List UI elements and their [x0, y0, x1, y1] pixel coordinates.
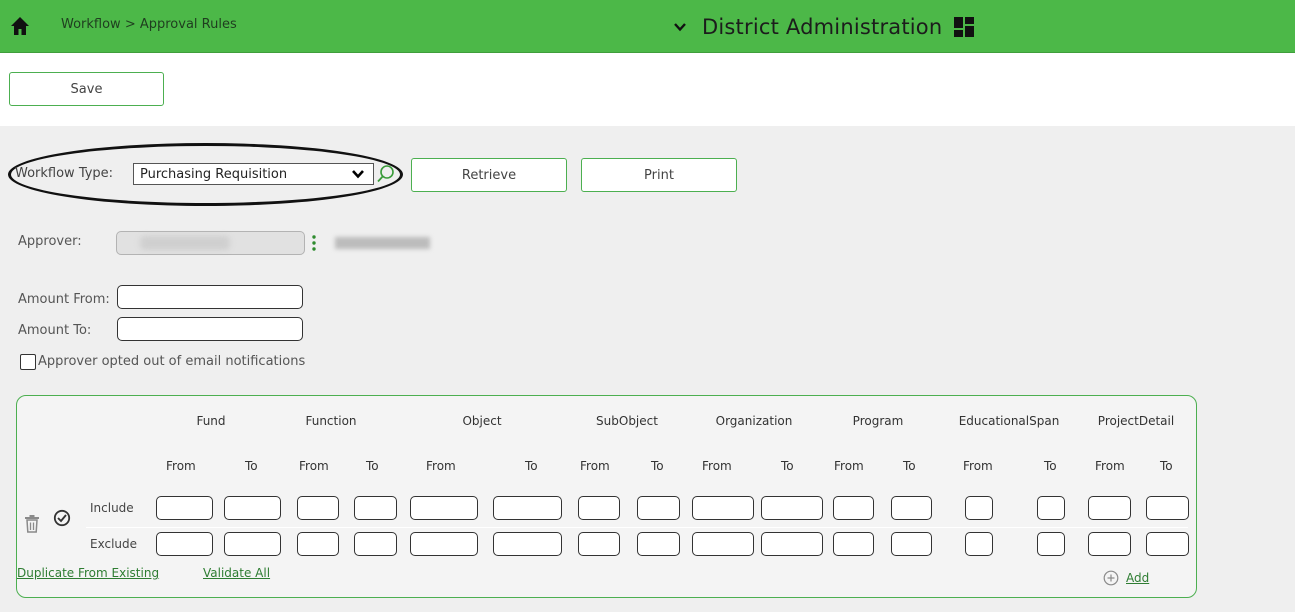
breadcrumb[interactable]: Workflow > Approval Rules: [61, 17, 237, 32]
include-function-to-input[interactable]: [354, 496, 397, 520]
include-program-from-input[interactable]: [833, 496, 874, 520]
exclude-subobject-from-input[interactable]: [578, 532, 620, 556]
save-button[interactable]: Save: [9, 72, 164, 106]
exclude-object-from-input[interactable]: [410, 532, 478, 556]
from-header-educationalspan: From: [963, 459, 993, 473]
row-label-include: Include: [90, 501, 134, 515]
plus-circle-icon: [1103, 570, 1119, 586]
exclude-program-to-input[interactable]: [891, 532, 932, 556]
print-button[interactable]: Print: [581, 158, 737, 192]
to-header-subobject: To: [651, 459, 664, 473]
include-subobject-from-input[interactable]: [578, 496, 620, 520]
row-label-exclude: Exclude: [90, 537, 138, 551]
duplicate-from-existing-link[interactable]: Duplicate From Existing: [17, 566, 159, 580]
amount-from-input[interactable]: [117, 285, 303, 309]
exclude-organization-to-input[interactable]: [761, 532, 823, 556]
segment-header-fund: Fund: [196, 414, 226, 428]
action-bar: Save: [0, 53, 1295, 126]
from-header-projectdetail: From: [1095, 459, 1125, 473]
retrieve-button[interactable]: Retrieve: [411, 158, 567, 192]
exclude-educationalspan-to-input[interactable]: [1037, 532, 1065, 556]
include-projectdetail-from-input[interactable]: [1088, 496, 1131, 520]
home-icon[interactable]: [10, 16, 30, 36]
to-header-educationalspan: To: [1044, 459, 1057, 473]
app-switcher[interactable]: District Administration: [672, 10, 975, 44]
from-header-object: From: [426, 459, 456, 473]
segment-header-function: Function: [305, 414, 357, 428]
trash-icon[interactable]: [24, 515, 40, 533]
from-header-organization: From: [702, 459, 732, 473]
include-program-to-input[interactable]: [891, 496, 932, 520]
include-function-from-input[interactable]: [297, 496, 339, 520]
amount-from-label: Amount From:: [18, 292, 110, 307]
app-title: District Administration: [702, 15, 943, 39]
include-organization-from-input[interactable]: [692, 496, 754, 520]
workflow-type-select[interactable]: Purchasing Requisition: [133, 163, 374, 185]
approver-value-redacted: [140, 236, 230, 250]
include-organization-to-input[interactable]: [761, 496, 823, 520]
approver-label: Approver:: [18, 234, 82, 249]
exclude-subobject-to-input[interactable]: [637, 532, 680, 556]
magnifier-icon[interactable]: [376, 164, 396, 184]
row-separator: [86, 527, 1188, 528]
include-object-from-input[interactable]: [410, 496, 478, 520]
kebab-icon[interactable]: [311, 233, 317, 253]
include-educationalspan-from-input[interactable]: [965, 496, 993, 520]
to-header-organization: To: [781, 459, 794, 473]
include-educationalspan-to-input[interactable]: [1037, 496, 1065, 520]
optout-label[interactable]: Approver opted out of email notification…: [38, 354, 305, 369]
include-object-to-input[interactable]: [493, 496, 562, 520]
exclude-educationalspan-from-input[interactable]: [965, 532, 993, 556]
add-rule-button[interactable]: Add: [1103, 570, 1149, 586]
amount-to-input[interactable]: [117, 317, 303, 341]
select-arrow-icon: [352, 170, 364, 179]
exclude-projectdetail-from-input[interactable]: [1088, 532, 1131, 556]
from-header-function: From: [299, 459, 329, 473]
add-label: Add: [1126, 571, 1150, 585]
segment-header-object: Object: [462, 414, 502, 428]
to-header-projectdetail: To: [1160, 459, 1173, 473]
amount-to-label: Amount To:: [18, 323, 92, 338]
segment-header-organization: Organization: [715, 414, 793, 428]
segment-header-educationalspan: EducationalSpan: [958, 414, 1060, 428]
to-header-function: To: [366, 459, 379, 473]
from-header-program: From: [834, 459, 864, 473]
check-circle-icon[interactable]: [53, 509, 71, 527]
optout-checkbox[interactable]: [20, 354, 36, 370]
grid-icon[interactable]: [954, 17, 975, 37]
from-header-fund: From: [166, 459, 196, 473]
segment-header-subobject: SubObject: [596, 414, 658, 428]
workflow-type-label: Workflow Type:: [15, 166, 114, 181]
segment-header-program: Program: [852, 414, 904, 428]
exclude-object-to-input[interactable]: [493, 532, 562, 556]
top-navigation-bar: Workflow > Approval Rules District Admin…: [0, 0, 1295, 53]
include-fund-from-input[interactable]: [156, 496, 213, 520]
exclude-organization-from-input[interactable]: [692, 532, 754, 556]
approver-name-redacted: [335, 237, 430, 249]
workflow-type-value: Purchasing Requisition: [140, 166, 288, 182]
exclude-fund-from-input[interactable]: [156, 532, 213, 556]
to-header-program: To: [903, 459, 916, 473]
chevron-down-icon[interactable]: [672, 19, 688, 35]
exclude-fund-to-input[interactable]: [224, 532, 281, 556]
include-fund-to-input[interactable]: [224, 496, 281, 520]
to-header-object: To: [525, 459, 538, 473]
include-projectdetail-to-input[interactable]: [1146, 496, 1189, 520]
include-subobject-to-input[interactable]: [637, 496, 680, 520]
exclude-program-from-input[interactable]: [833, 532, 874, 556]
to-header-fund: To: [245, 459, 258, 473]
from-header-subobject: From: [580, 459, 610, 473]
exclude-function-from-input[interactable]: [297, 532, 339, 556]
validate-all-link[interactable]: Validate All: [203, 566, 270, 580]
exclude-function-to-input[interactable]: [354, 532, 397, 556]
exclude-projectdetail-to-input[interactable]: [1146, 532, 1189, 556]
segment-header-projectdetail: ProjectDetail: [1097, 414, 1175, 428]
